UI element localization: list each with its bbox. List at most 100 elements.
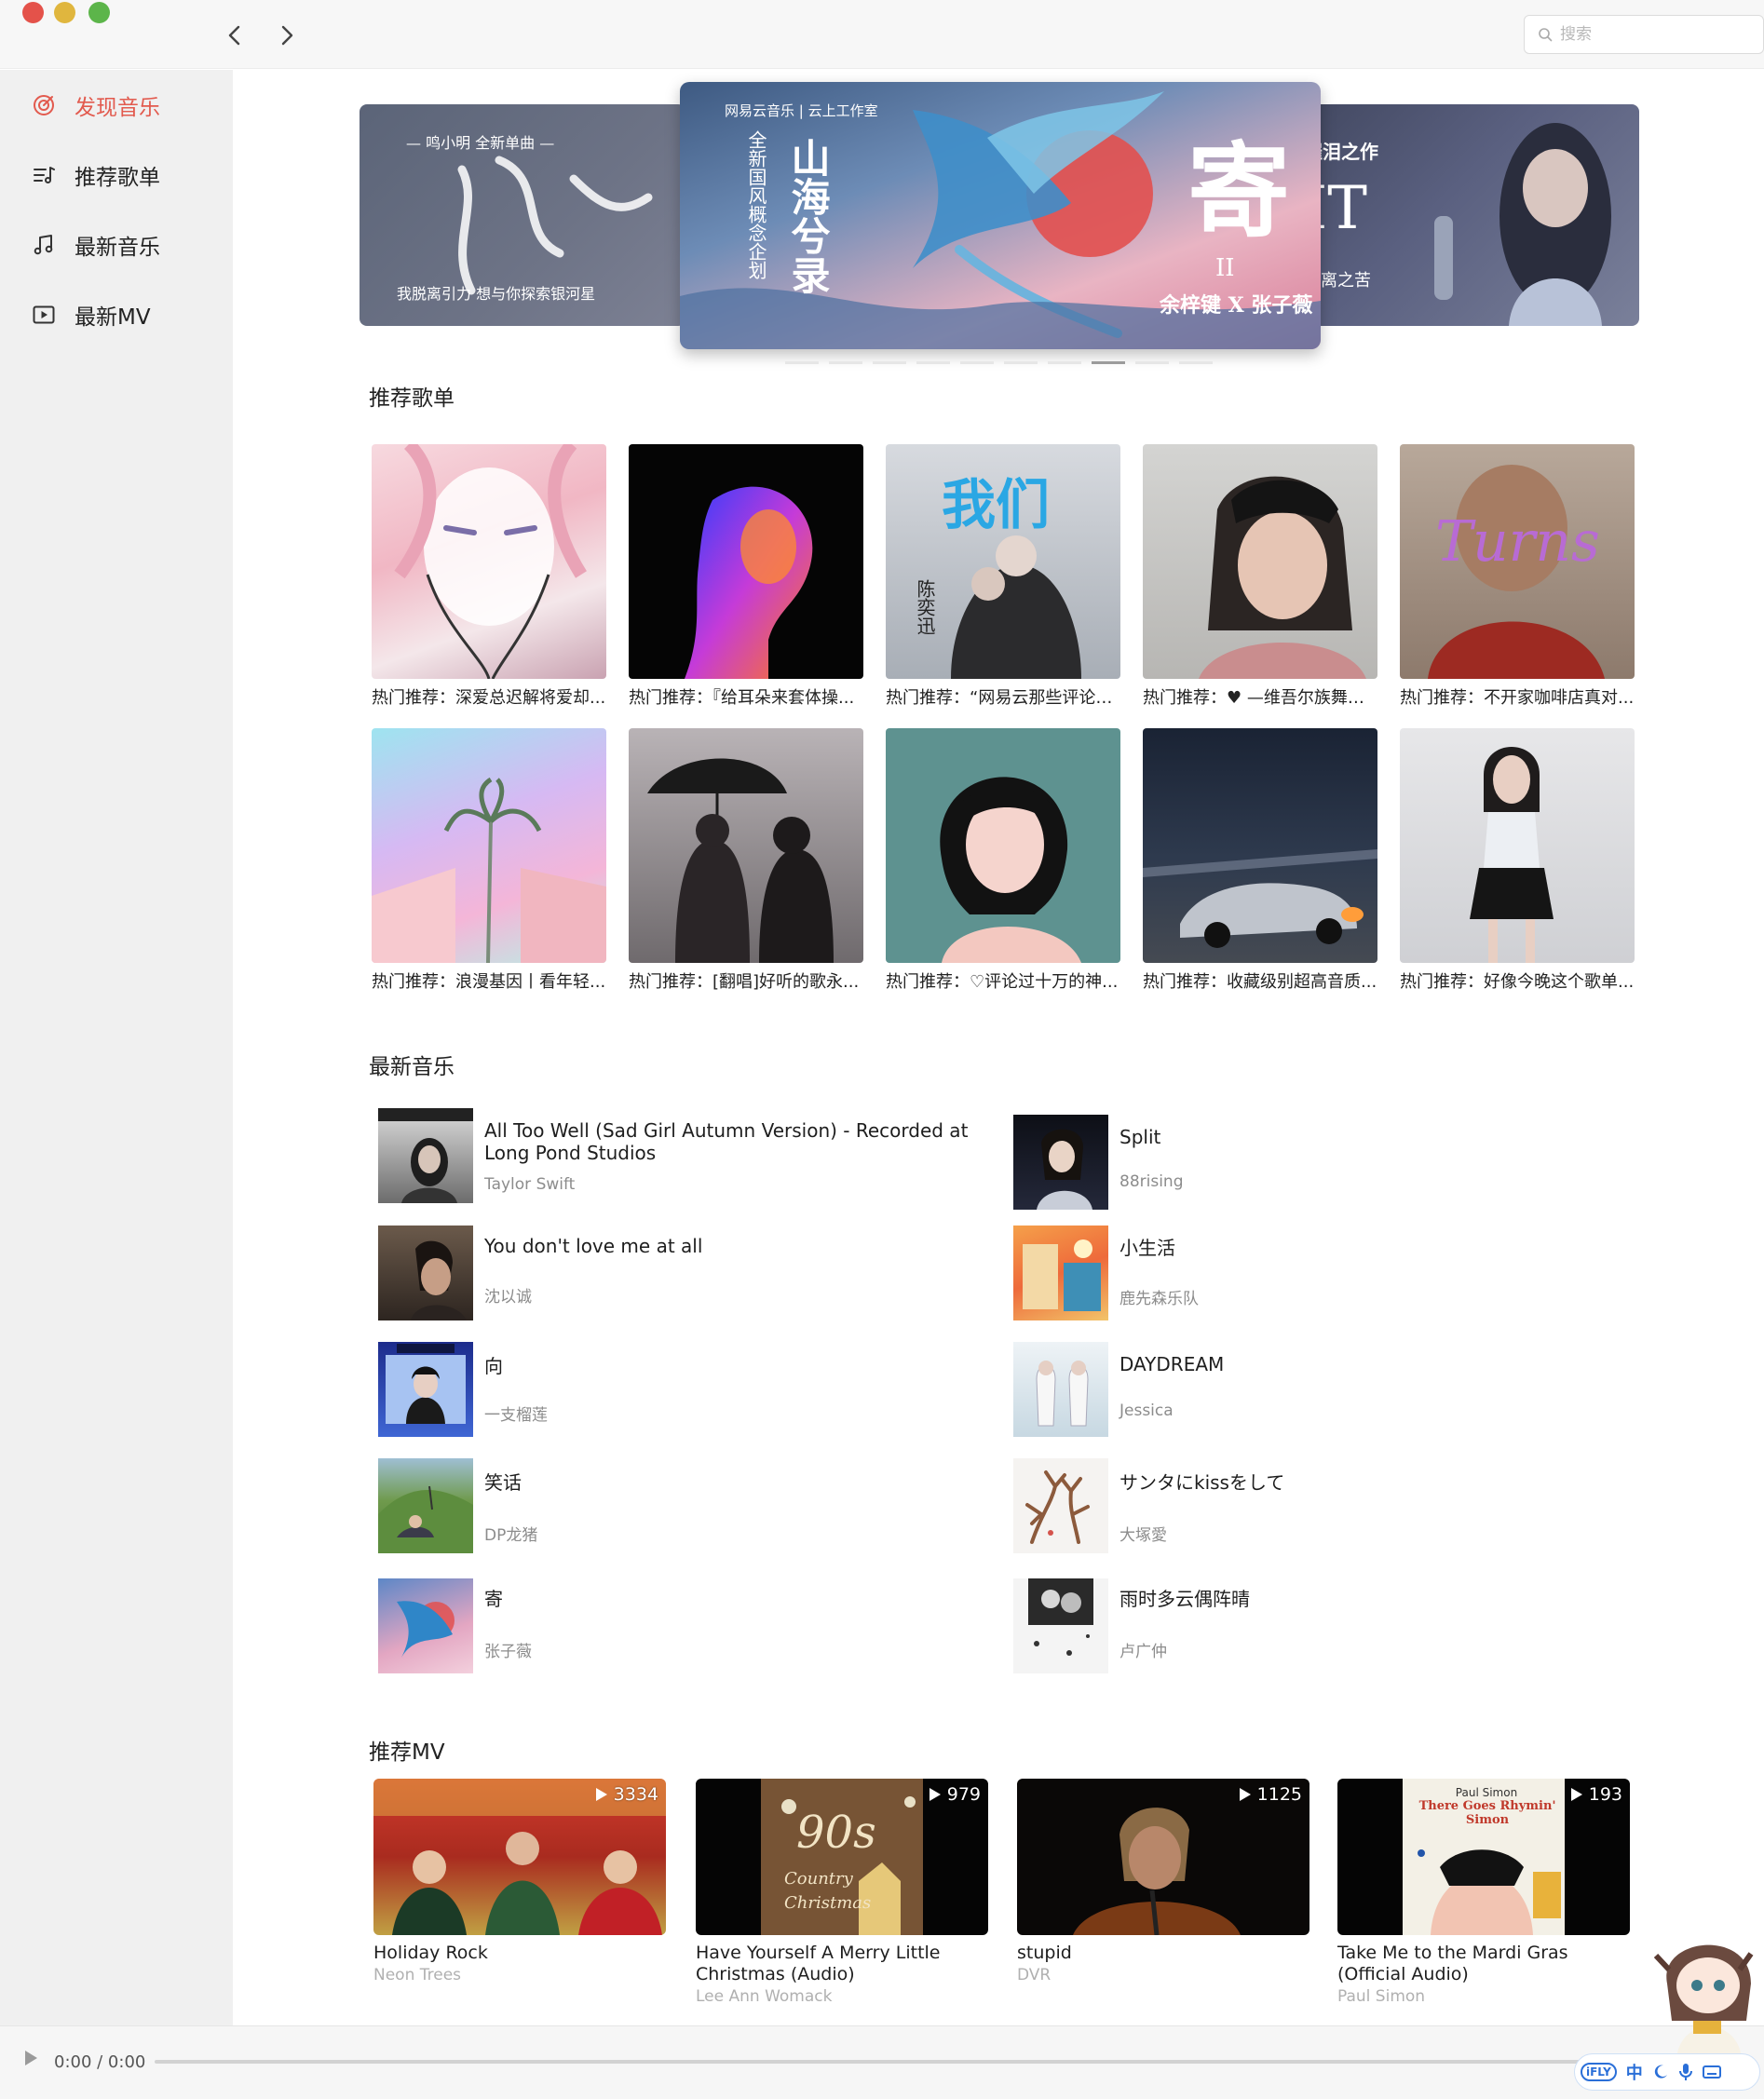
- song-cover[interactable]: [378, 1578, 473, 1673]
- moon-icon[interactable]: [1652, 2064, 1669, 2080]
- song-artist[interactable]: 一支榴莲: [484, 1402, 548, 1425]
- playlist-card[interactable]: Turns 热门推荐：不开家咖啡店真对...: [1400, 444, 1635, 709]
- playlist-name[interactable]: 热门推荐：♥ —维吾尔族舞蹈 ...: [1143, 684, 1377, 709]
- playlist-card[interactable]: 热门推荐：♥ —维吾尔族舞蹈 ...: [1143, 444, 1377, 709]
- song-artist[interactable]: 88rising: [1119, 1172, 1184, 1191]
- playlist-card[interactable]: 热门推荐：『给耳朵来套体操...: [629, 444, 863, 709]
- song-cover[interactable]: [378, 1226, 473, 1320]
- sidebar-item-new-music[interactable]: 最新音乐: [32, 226, 218, 264]
- song-item[interactable]: You don't love me at all 沈以诚: [378, 1226, 984, 1320]
- song-cover[interactable]: [1013, 1578, 1108, 1673]
- playlist-card[interactable]: 我们 陈奕迅 热门推荐：“网易云那些评论1...: [886, 444, 1120, 709]
- carousel-dot[interactable]: [873, 361, 906, 364]
- playlist-name[interactable]: 热门推荐：“网易云那些评论1...: [886, 684, 1120, 709]
- song-artist[interactable]: 沈以诚: [484, 1283, 532, 1307]
- banner-slide-left[interactable]: — 鸣小明 全新单曲 — 引力 我脱离引力 想与你探索银河星: [360, 104, 685, 326]
- mv-cover[interactable]: 90s Country Christmas 979: [696, 1779, 988, 1935]
- carousel-dot[interactable]: [1092, 361, 1125, 364]
- playlist-name[interactable]: 热门推荐：♡评论过十万的神...: [886, 968, 1120, 993]
- maximize-window-button[interactable]: [88, 2, 110, 23]
- playlist-cover[interactable]: [629, 728, 863, 963]
- song-item[interactable]: DAYDREAM Jessica: [1013, 1342, 1619, 1437]
- mv-card[interactable]: 1125 stupid DVR: [1017, 1779, 1309, 1984]
- song-item[interactable]: サンタにkissをして 大塚愛: [1013, 1458, 1619, 1553]
- carousel-dot[interactable]: [1004, 361, 1038, 364]
- mv-title[interactable]: Take Me to the Mardi Gras (Official Audi…: [1337, 1943, 1630, 1985]
- ime-mode[interactable]: 中: [1626, 2060, 1643, 2084]
- minimize-window-button[interactable]: [54, 2, 75, 23]
- mv-card[interactable]: 3334 Holiday Rock Neon Trees: [373, 1779, 666, 1984]
- playlist-cover[interactable]: [1143, 444, 1377, 679]
- song-artist[interactable]: Jessica: [1119, 1402, 1174, 1420]
- song-item[interactable]: 寄 张子薇: [378, 1578, 984, 1673]
- playlist-name[interactable]: 热门推荐：浪漫基因丨看年轻...: [372, 968, 606, 993]
- song-item[interactable]: All Too Well (Sad Girl Autumn Version) -…: [378, 1108, 984, 1203]
- keyboard-icon[interactable]: [1702, 2065, 1721, 2079]
- mv-title[interactable]: stupid: [1017, 1943, 1309, 1964]
- playlist-card[interactable]: 热门推荐：♡评论过十万的神...: [886, 728, 1120, 993]
- playlist-name[interactable]: 热门推荐：深爱总迟解将爱却...: [372, 684, 606, 709]
- ime-toolbar[interactable]: iFLY 中: [1574, 2053, 1760, 2091]
- playlist-card[interactable]: 热门推荐：浪漫基因丨看年轻...: [372, 728, 606, 993]
- search-box[interactable]: [1524, 15, 1764, 54]
- song-item[interactable]: Split 88rising: [1013, 1115, 1619, 1210]
- progress-bar[interactable]: [155, 2060, 1608, 2064]
- song-cover[interactable]: [378, 1342, 473, 1437]
- playlist-cover[interactable]: [372, 728, 606, 963]
- sidebar-item-playlists[interactable]: 推荐歌单: [32, 156, 218, 194]
- song-item[interactable]: 笑话 DP龙猪: [378, 1458, 984, 1553]
- playlist-name[interactable]: 热门推荐：好像今晚这个歌单...: [1400, 968, 1635, 993]
- mv-cover[interactable]: 3334: [373, 1779, 666, 1935]
- close-window-button[interactable]: [22, 2, 44, 23]
- mv-title[interactable]: Have Yourself A Merry Little Christmas (…: [696, 1943, 988, 1985]
- mv-artist[interactable]: DVR: [1017, 1966, 1309, 1984]
- carousel-dot[interactable]: [1179, 361, 1213, 364]
- song-cover[interactable]: [1013, 1342, 1108, 1437]
- song-item[interactable]: 小生活 鹿先森乐队: [1013, 1226, 1619, 1320]
- carousel-dot[interactable]: [1048, 361, 1081, 364]
- playlist-cover[interactable]: 我们 陈奕迅: [886, 444, 1120, 679]
- banner-slide-right[interactable]: 催泪之作 IT 分离之苦: [1276, 104, 1639, 326]
- mv-card[interactable]: Paul Simon There Goes Rhymin' Simon 193 …: [1337, 1779, 1630, 2006]
- song-artist[interactable]: DP龙猪: [484, 1522, 537, 1545]
- song-item[interactable]: 向 一支榴莲: [378, 1342, 984, 1437]
- song-artist[interactable]: 卢广仲: [1119, 1638, 1167, 1661]
- mv-artist[interactable]: Paul Simon: [1337, 1987, 1630, 2006]
- playlist-name[interactable]: 热门推荐：不开家咖啡店真对...: [1400, 684, 1635, 709]
- mv-cover[interactable]: Paul Simon There Goes Rhymin' Simon 193: [1337, 1779, 1630, 1935]
- playlist-name[interactable]: 热门推荐：『给耳朵来套体操...: [629, 684, 863, 709]
- song-item[interactable]: 雨时多云偶阵晴 卢广仲: [1013, 1578, 1619, 1673]
- song-artist[interactable]: 张子薇: [484, 1638, 532, 1661]
- playlist-name[interactable]: 热门推荐：收藏级别超高音质...: [1143, 968, 1377, 993]
- carousel-dot[interactable]: [829, 361, 862, 364]
- playlist-cover[interactable]: [629, 444, 863, 679]
- playlist-cover[interactable]: [1400, 728, 1635, 963]
- mv-artist[interactable]: Neon Trees: [373, 1966, 666, 1984]
- song-cover[interactable]: [378, 1458, 473, 1553]
- song-artist[interactable]: 鹿先森乐队: [1119, 1285, 1199, 1308]
- song-cover[interactable]: [1013, 1458, 1108, 1553]
- playlist-cover[interactable]: [886, 728, 1120, 963]
- back-button[interactable]: [218, 19, 251, 52]
- carousel-dot[interactable]: [960, 361, 994, 364]
- banner-slide-active[interactable]: 网易云音乐 | 云上工作室 全新国风概念企划 山海兮录 寄 II 余梓键 X 张…: [680, 82, 1321, 349]
- microphone-icon[interactable]: [1678, 2063, 1693, 2081]
- playlist-card[interactable]: 热门推荐：好像今晚这个歌单...: [1400, 728, 1635, 993]
- carousel-dot[interactable]: [916, 361, 950, 364]
- search-input[interactable]: [1560, 25, 1746, 44]
- forward-button[interactable]: [270, 19, 304, 52]
- carousel-dot[interactable]: [785, 361, 819, 364]
- song-cover[interactable]: [1013, 1226, 1108, 1320]
- playlist-cover[interactable]: [1143, 728, 1377, 963]
- song-artist[interactable]: Taylor Swift: [484, 1175, 575, 1194]
- playlist-name[interactable]: 热门推荐：[翻唱]好听的歌永...: [629, 968, 863, 993]
- mv-card[interactable]: 90s Country Christmas 979 Have Yourself …: [696, 1779, 988, 2006]
- playlist-card[interactable]: 热门推荐：深爱总迟解将爱却...: [372, 444, 606, 709]
- play-button[interactable]: [22, 2049, 39, 2071]
- sidebar-item-discover[interactable]: 发现音乐: [32, 87, 218, 124]
- mv-title[interactable]: Holiday Rock: [373, 1943, 666, 1964]
- song-cover[interactable]: [378, 1108, 473, 1203]
- playlist-cover[interactable]: Turns: [1400, 444, 1635, 679]
- sidebar-item-new-mv[interactable]: 最新MV: [32, 296, 218, 333]
- playlist-card[interactable]: 热门推荐：[翻唱]好听的歌永...: [629, 728, 863, 993]
